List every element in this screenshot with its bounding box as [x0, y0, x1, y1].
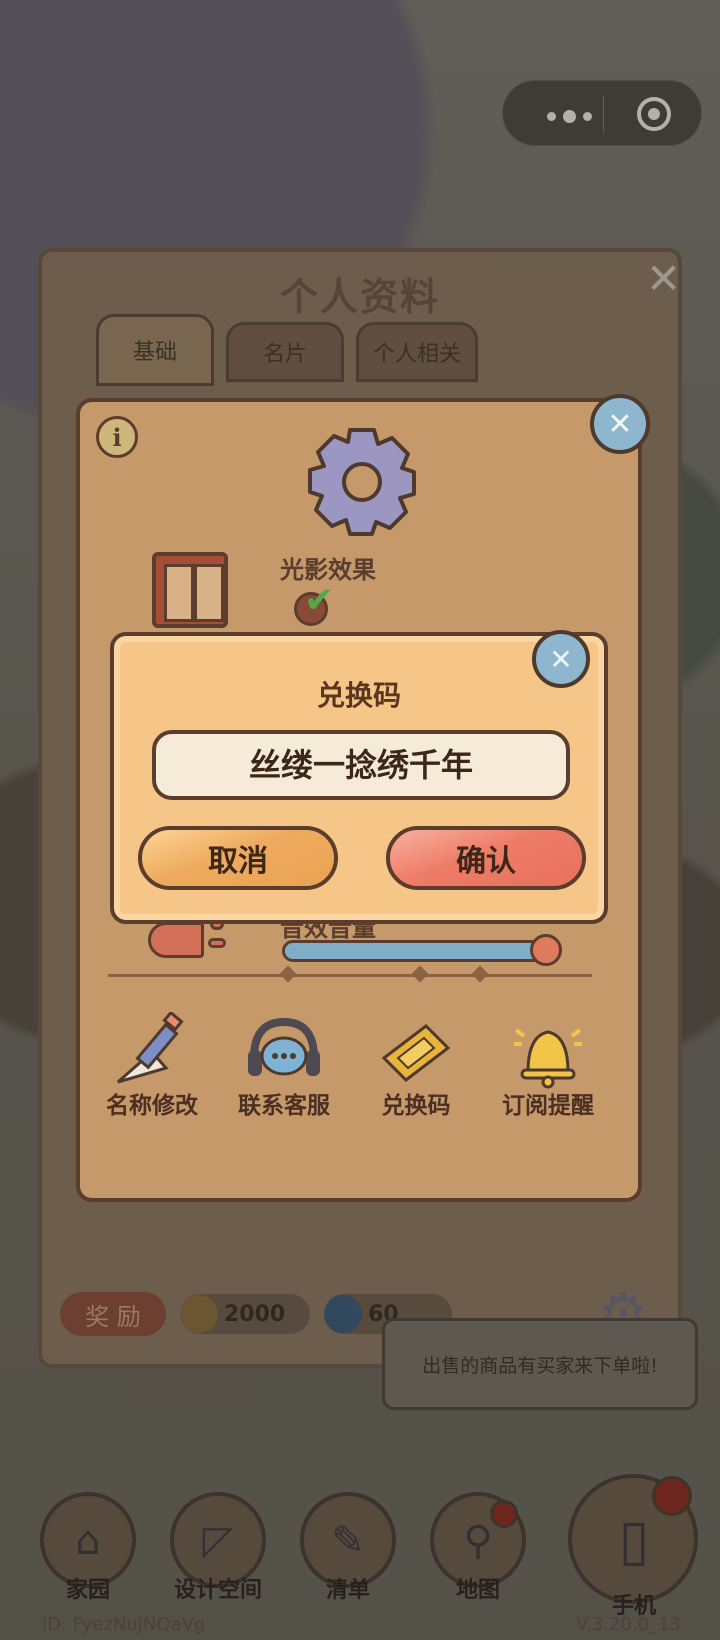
redeem-code-dialog: ✕ 兑换码 丝缕一捻绣千年 取消 确认: [110, 630, 608, 924]
pencil-icon: [117, 1012, 184, 1084]
redeem-code-input[interactable]: 丝缕一捻绣千年: [152, 730, 570, 800]
rename-label: 名称修改: [106, 1093, 198, 1119]
redeem-title: 兑换码: [316, 679, 401, 712]
rename-shortcut[interactable]: 名称修改: [88, 1012, 216, 1122]
speaker-icon: [148, 922, 204, 958]
subscribe-reminder-label: 订阅提醒: [502, 1093, 594, 1119]
subscribe-reminder-shortcut[interactable]: 订阅提醒: [484, 1012, 612, 1122]
settings-gear-icon: [308, 428, 416, 536]
headset-icon: [248, 1017, 320, 1076]
bell-icon: [514, 1028, 582, 1089]
sound-volume-fill: [285, 943, 532, 959]
shadow-effect-icon: [152, 552, 228, 628]
info-icon[interactable]: i: [96, 416, 138, 458]
sound-volume-knob[interactable]: [530, 934, 562, 966]
ticket-icon: [381, 1024, 451, 1082]
redeem-code-label: 兑换码: [381, 1093, 451, 1119]
redeem-code-shortcut[interactable]: 兑换码: [352, 1012, 480, 1122]
section-divider: [108, 965, 592, 983]
checkmark-icon: ✔: [304, 580, 335, 621]
settings-close-button[interactable]: ✕: [590, 394, 650, 454]
shadow-effect-toggle[interactable]: ✔: [294, 580, 338, 626]
confirm-button[interactable]: 确认: [386, 826, 586, 890]
customer-service-shortcut[interactable]: 联系客服: [220, 1012, 348, 1122]
cancel-button[interactable]: 取消: [138, 826, 338, 890]
sound-volume-slider[interactable]: [282, 940, 548, 962]
customer-service-label: 联系客服: [238, 1093, 330, 1119]
